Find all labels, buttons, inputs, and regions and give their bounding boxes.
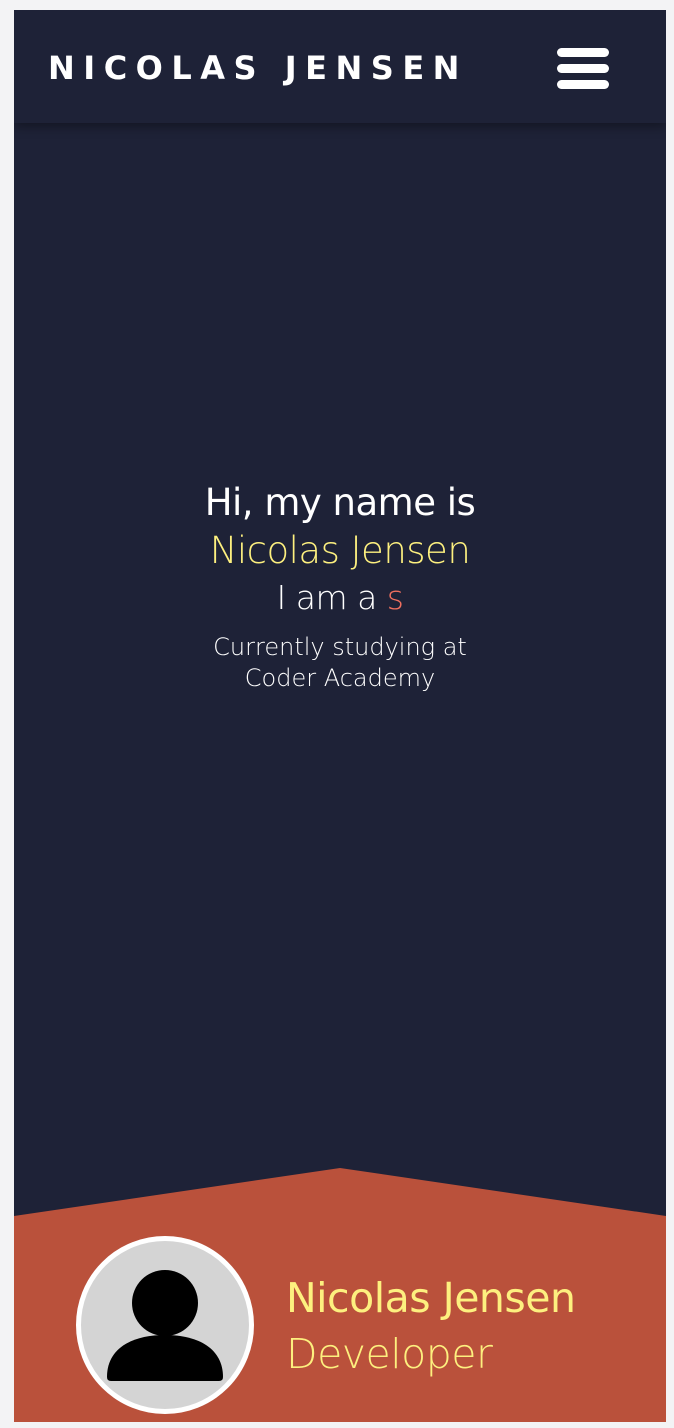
hero-greeting: Hi, my name is xyxy=(204,481,476,524)
hero-role-prefix: I am a xyxy=(276,578,387,617)
profile-name: Nicolas Jensen xyxy=(286,1274,576,1322)
profile-avatar xyxy=(76,1236,254,1414)
menu-button[interactable] xyxy=(552,44,614,94)
brand-title[interactable]: NICOLAS JENSEN xyxy=(48,48,468,88)
hero-role-typed: s xyxy=(386,578,404,617)
hero-name: Nicolas Jensen xyxy=(209,529,471,572)
hero-section: Hi, my name is Nicolas Jensen I am a s C… xyxy=(14,480,666,694)
navbar: NICOLAS JENSEN xyxy=(14,10,666,123)
hero-role-line: I am a s xyxy=(14,576,666,620)
app-screen: NICOLAS JENSEN Hi, my name is Nicolas Je… xyxy=(14,10,666,1422)
profile-role: Developer xyxy=(286,1330,493,1378)
hero-study-text: Currently studying at Coder Academy xyxy=(14,632,666,694)
user-avatar-icon xyxy=(107,1270,223,1381)
hero-study-line-2: Coder Academy xyxy=(244,664,436,692)
hero-study-line-1: Currently studying at xyxy=(213,633,467,661)
